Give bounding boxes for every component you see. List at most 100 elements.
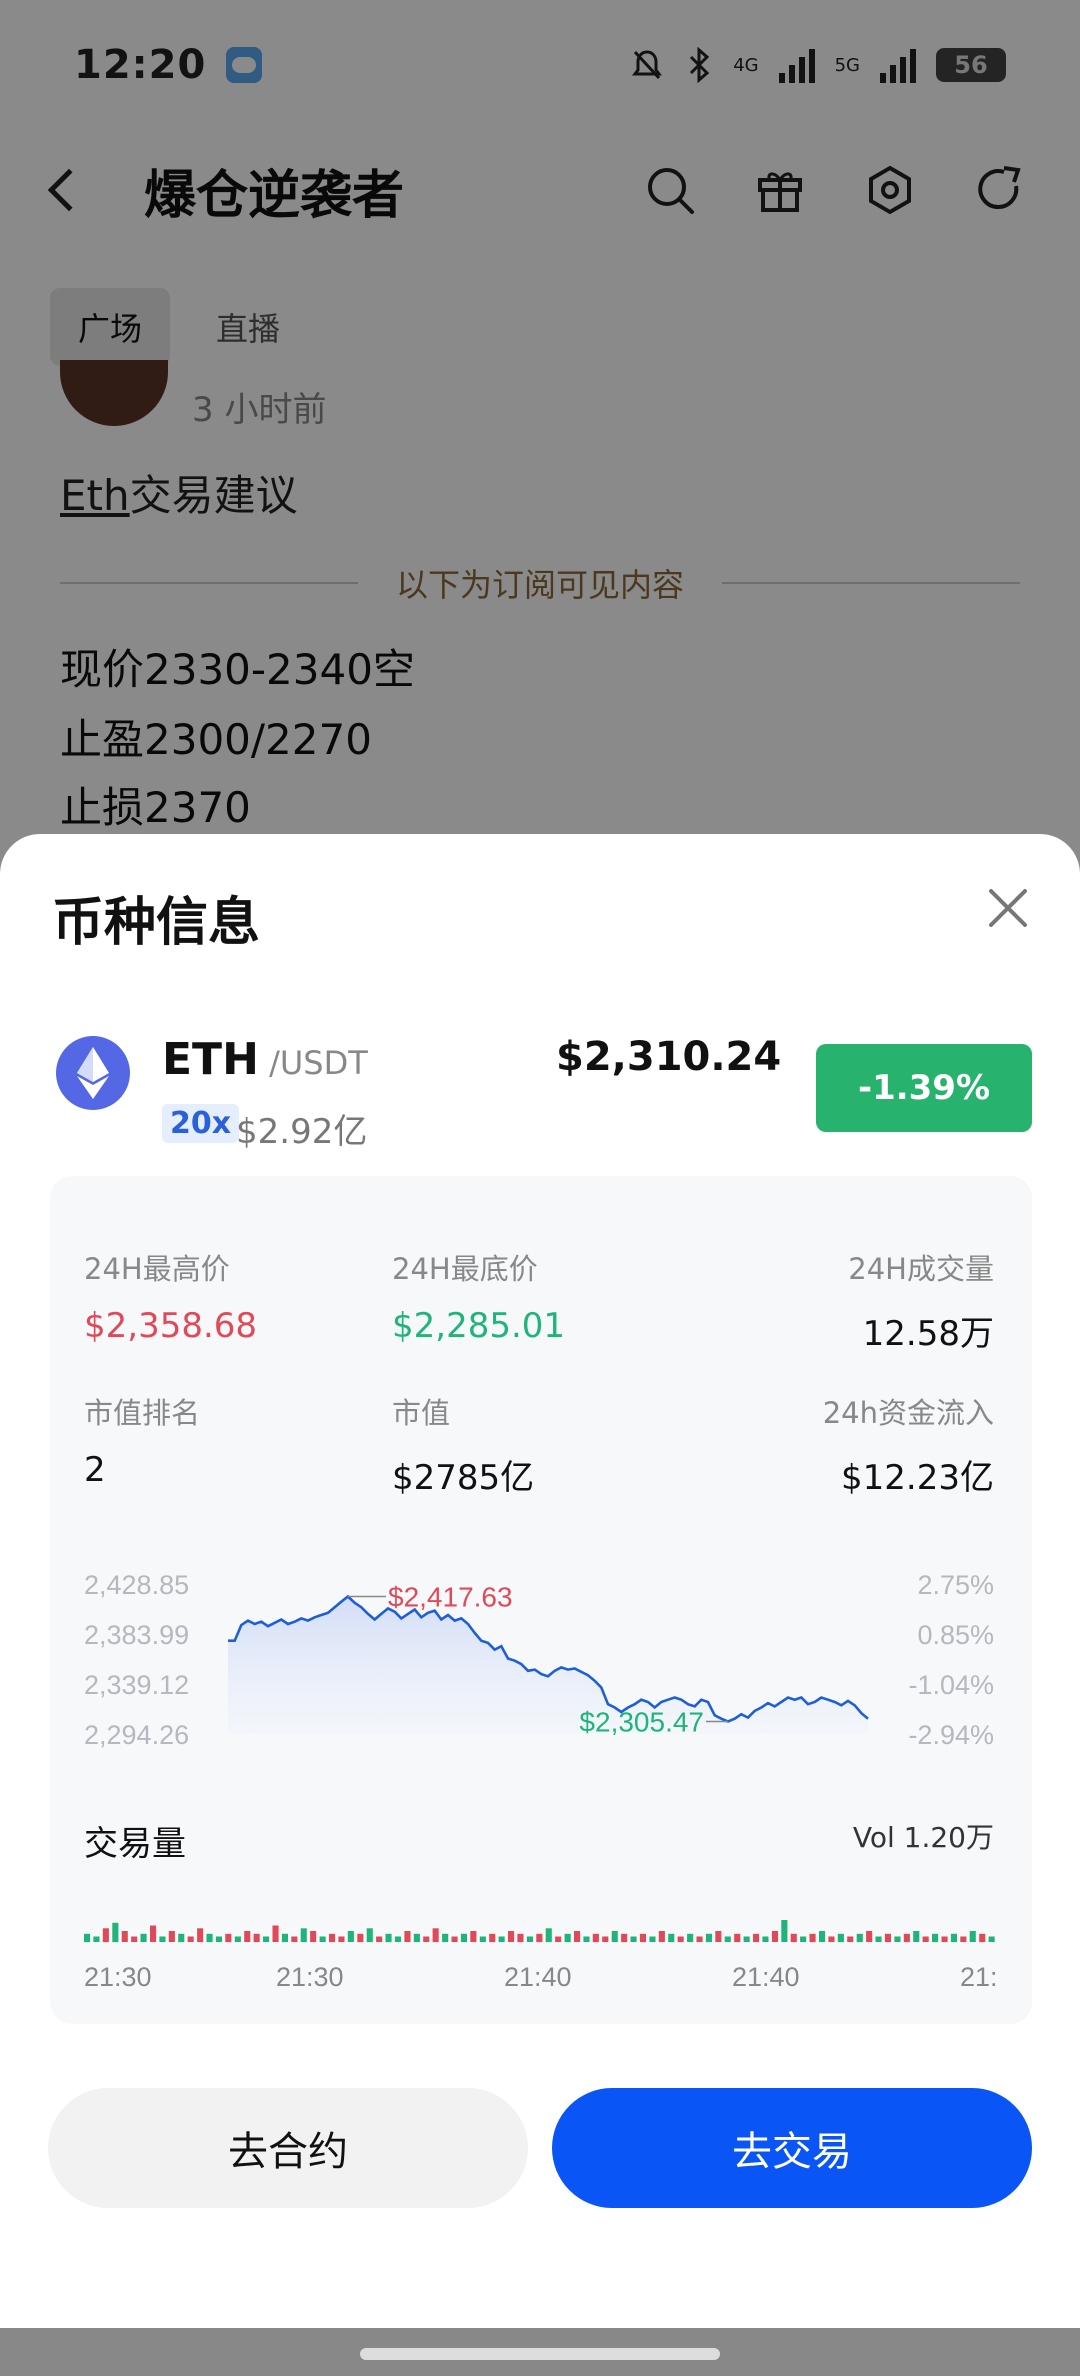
volume-bar <box>621 1933 628 1943</box>
volume-bar <box>592 1933 599 1943</box>
volume-bar <box>479 1936 486 1942</box>
volume-bar <box>819 1931 826 1942</box>
volume-bar <box>969 1931 976 1942</box>
volume-bar <box>753 1933 760 1943</box>
volume-bar <box>941 1936 948 1942</box>
volume-bar <box>800 1936 807 1942</box>
volume-bar <box>649 1936 656 1942</box>
volume-bar <box>225 1933 232 1943</box>
volume-bar <box>498 1936 505 1942</box>
y-tick-label-right: -2.94% <box>908 1720 994 1750</box>
volume-bar <box>263 1936 270 1942</box>
leverage-badge: 20x <box>162 1104 240 1143</box>
volume-bar <box>790 1933 797 1943</box>
volume-bar <box>347 1931 354 1942</box>
y-tick-label-left: 2,428.85 <box>84 1570 189 1600</box>
volume-bar <box>244 1931 251 1942</box>
volume-bar <box>338 1936 345 1942</box>
volume-value: Vol 1.20万 <box>852 1821 994 1854</box>
y-tick-label-left: 2,339.12 <box>84 1670 189 1700</box>
volume-bar <box>508 1931 515 1942</box>
volume-bar <box>932 1933 939 1943</box>
volume-bar <box>319 1936 326 1942</box>
volume-bar <box>112 1922 119 1943</box>
volume-bar <box>329 1933 336 1943</box>
volume-bar <box>781 1920 788 1942</box>
volume-bar <box>734 1933 741 1943</box>
y-tick-label-right: -1.04% <box>908 1670 994 1700</box>
volume-bar <box>809 1933 816 1943</box>
volume-bar <box>272 1925 279 1942</box>
volume-bar <box>442 1933 449 1943</box>
coin-market-cap: $2.92亿 <box>236 1112 368 1152</box>
volume-bar <box>658 1931 665 1942</box>
volume-bar <box>922 1936 929 1942</box>
price-area <box>228 1596 868 1734</box>
go-trade-button[interactable]: 去交易 <box>552 2088 1032 2208</box>
volume-bar <box>696 1936 703 1942</box>
y-tick-label-right: 0.85% <box>917 1620 994 1650</box>
x-tick-label: 21:30 <box>84 1962 152 1992</box>
sheet-title: 币种信息 <box>52 893 261 953</box>
coin-pair: /USDT <box>258 1044 368 1082</box>
volume-label: 交易量 <box>84 1824 186 1864</box>
volume-bar <box>394 1936 401 1942</box>
volume-bar <box>847 1936 854 1942</box>
volume-bar <box>903 1933 910 1943</box>
y-tick-label-right: 2.75% <box>917 1570 994 1600</box>
coin-symbol-text: ETH <box>162 1034 259 1085</box>
volume-bar <box>84 1933 91 1943</box>
volume-bar <box>687 1933 694 1943</box>
volume-bar <box>413 1933 420 1943</box>
volume-bar <box>705 1933 712 1943</box>
volume-bar <box>639 1933 646 1943</box>
price-chart[interactable]: 2,428.85 2,383.99 2,339.12 2,294.26 2.75% 0.8… <box>50 1176 1032 2024</box>
volume-bar <box>140 1933 147 1943</box>
volume-bar <box>423 1936 430 1942</box>
volume-bar <box>574 1931 581 1942</box>
volume-bar <box>536 1933 543 1943</box>
volume-bar <box>602 1936 609 1942</box>
eth-logo-icon <box>56 1036 130 1110</box>
stats-card: 24H最高价 $2,358.68 24H最底价 $2,285.01 24H成交量… <box>50 1176 1032 2024</box>
min-price-label: $2,305.47 <box>579 1707 704 1738</box>
home-indicator[interactable] <box>360 2348 720 2360</box>
volume-bar <box>950 1933 957 1943</box>
volume-bar <box>121 1931 128 1942</box>
volume-bar <box>677 1936 684 1942</box>
volume-bar <box>875 1936 882 1942</box>
volume-bar <box>357 1933 364 1943</box>
go-contract-button[interactable]: 去合约 <box>48 2088 528 2208</box>
volume-bar <box>743 1936 750 1942</box>
x-tick-label: 21:40 <box>732 1962 800 1992</box>
y-tick-label-left: 2,294.26 <box>84 1720 189 1750</box>
volume-bar <box>376 1936 383 1942</box>
volume-bar <box>168 1931 175 1942</box>
volume-bar <box>197 1928 204 1943</box>
price-change-badge: -1.39% <box>816 1044 1032 1132</box>
volume-bar <box>310 1931 317 1942</box>
volume-bar <box>564 1933 571 1943</box>
volume-bar <box>234 1936 241 1942</box>
volume-bar <box>771 1931 778 1942</box>
volume-bar <box>715 1931 722 1942</box>
volume-bar <box>866 1931 873 1942</box>
volume-bar <box>489 1933 496 1943</box>
volume-bar <box>404 1931 411 1942</box>
volume-bar <box>988 1936 995 1942</box>
x-tick-label: 21:40 <box>504 1962 572 1992</box>
volume-bar <box>960 1936 967 1942</box>
volume-bar <box>724 1936 731 1942</box>
volume-bar <box>545 1928 552 1943</box>
volume-bar <box>206 1933 213 1943</box>
volume-bar <box>460 1933 467 1943</box>
volume-bar <box>253 1933 260 1943</box>
volume-bar <box>451 1936 458 1942</box>
x-tick-label: 21:30 <box>276 1962 344 1992</box>
volume-bar <box>300 1928 307 1943</box>
max-price-label: $2,417.63 <box>388 1582 513 1613</box>
volume-bar <box>366 1928 373 1943</box>
volume-bar <box>281 1933 288 1943</box>
close-icon[interactable] <box>984 882 1032 930</box>
volume-bar <box>159 1936 166 1942</box>
